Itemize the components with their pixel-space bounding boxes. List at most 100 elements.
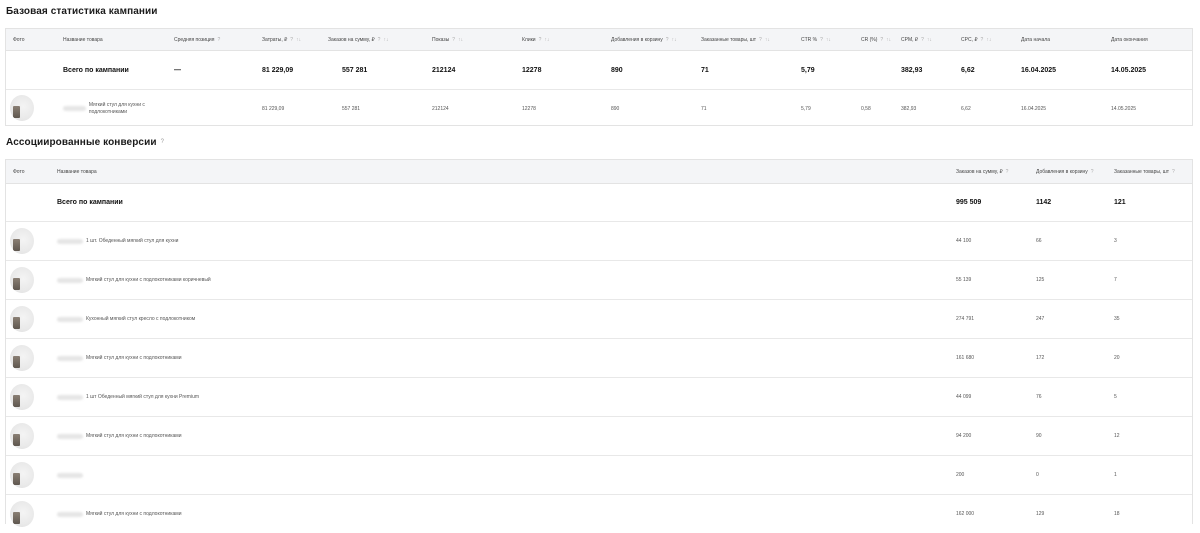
- cell-cart: 66: [1036, 238, 1042, 244]
- product-photo[interactable]: [10, 501, 34, 527]
- product-photo[interactable]: [10, 228, 34, 254]
- product-name[interactable]: Мягкий стул для кухни с подлокотниками: [57, 339, 182, 377]
- table-row[interactable]: Мягкий стул для кухни с подлокотниками 16…: [6, 495, 1192, 533]
- product-name[interactable]: Мягкий стул для кухни с подлокотниками: [63, 90, 173, 127]
- total-avg-pos: —: [174, 66, 181, 74]
- sort-icon[interactable]: ↑↓: [986, 37, 991, 43]
- cell-orders-sum: 162 000: [956, 511, 975, 517]
- sort-icon[interactable]: ↑↓: [765, 37, 770, 43]
- cell-cart: 172: [1036, 355, 1045, 361]
- col-cr[interactable]: CR (%)? ↑↓: [861, 29, 891, 50]
- help-icon[interactable]: ?: [1091, 169, 1094, 175]
- table-row[interactable]: Мягкий стул для кухни с подлокотниками 8…: [6, 90, 1192, 127]
- cell-clicks: 12278: [522, 105, 536, 112]
- product-name[interactable]: Кухонный мягкий стул кресло с подлокотни…: [57, 300, 195, 338]
- help-icon[interactable]: ?: [1006, 169, 1009, 175]
- col-orders-sum[interactable]: Заказов на сумму, ₽?: [956, 160, 1008, 183]
- product-photo[interactable]: [10, 267, 34, 293]
- col-ordered[interactable]: Заказанные товары, шт?: [1114, 160, 1175, 183]
- help-icon[interactable]: ?: [1172, 169, 1175, 175]
- product-photo[interactable]: [10, 306, 34, 332]
- help-icon[interactable]: ?: [217, 37, 220, 43]
- help-icon[interactable]: ?: [539, 37, 542, 43]
- col-ordered[interactable]: Заказанные товары, шт? ↑↓: [701, 29, 770, 50]
- product-name[interactable]: 1 шт. Обеденный мягкий стул для кухни: [57, 222, 178, 260]
- help-icon[interactable]: ?: [880, 37, 883, 43]
- product-photo[interactable]: [10, 462, 34, 488]
- sort-icon[interactable]: ↑↓: [672, 37, 677, 43]
- sort-icon[interactable]: ↑↓: [826, 37, 831, 43]
- product-photo[interactable]: [10, 384, 34, 410]
- product-name[interactable]: Мягкий стул для кухни с подлокотниками: [57, 495, 182, 533]
- col-cart[interactable]: Добавления в корзину? ↑↓: [611, 29, 677, 50]
- help-icon[interactable]: ?: [981, 37, 984, 43]
- cell-ordered: 12: [1114, 433, 1120, 439]
- col-shows[interactable]: Показы? ↑↓: [432, 29, 463, 50]
- table-row[interactable]: Мягкий стул для кухни с подлокотниками 94…: [6, 417, 1192, 456]
- table-row[interactable]: Кухонный мягкий стул кресло с подлокотни…: [6, 300, 1192, 339]
- col-ctr[interactable]: CTR %? ↑↓: [801, 29, 831, 50]
- sort-icon[interactable]: ↑↓: [296, 37, 301, 43]
- product-photo[interactable]: [10, 345, 34, 371]
- help-icon[interactable]: ?: [452, 37, 455, 43]
- col-orders-sum-label: Заказов на сумму, ₽: [956, 168, 1003, 175]
- assoc-conversions-title: Ассоциированные конверсии?: [6, 137, 164, 148]
- total-label: Всего по кампании: [63, 66, 129, 74]
- help-icon[interactable]: ?: [666, 37, 669, 43]
- total-orders-sum: 995 509: [956, 199, 982, 206]
- cell-ordered: 5: [1114, 394, 1117, 400]
- table-row[interactable]: 1 шт Обеденный мягкий стул для кухни Pre…: [6, 378, 1192, 417]
- table-row[interactable]: Мягкий стул для кухни с подлокотниками к…: [6, 261, 1192, 300]
- help-icon[interactable]: ?: [820, 37, 823, 43]
- product-name[interactable]: Мягкий стул для кухни с подлокотниками: [57, 417, 182, 455]
- sort-icon[interactable]: ↑↓: [927, 37, 932, 43]
- help-icon[interactable]: ?: [921, 37, 924, 43]
- product-name-text: Мягкий стул для кухни с подлокотниками к…: [86, 277, 211, 283]
- total-ctr: 5,79: [801, 66, 815, 74]
- col-cost[interactable]: Затраты, ₽? ↑↓: [262, 29, 301, 50]
- cell-cart: 125: [1036, 277, 1045, 283]
- cell-shows: 212124: [432, 105, 449, 112]
- col-cart[interactable]: Добавления в корзину?: [1036, 160, 1096, 183]
- col-cpm[interactable]: CPM, ₽? ↑↓: [901, 29, 932, 50]
- col-orders-sum[interactable]: Заказов на сумму, ₽? ↑↓: [328, 29, 388, 50]
- product-photo[interactable]: [10, 423, 34, 449]
- help-icon[interactable]: ?: [759, 37, 762, 43]
- total-cost: 81 229,09: [262, 66, 294, 74]
- help-icon[interactable]: ?: [290, 37, 293, 43]
- product-photo[interactable]: [10, 95, 34, 121]
- total-end: 14.05.2025: [1111, 66, 1147, 74]
- cell-start: 16.04.2025: [1021, 105, 1047, 112]
- product-name[interactable]: Мягкий стул для кухни с подлокотниками к…: [57, 261, 211, 299]
- col-shows-label: Показы: [432, 36, 450, 43]
- col-clicks[interactable]: Клики? ↑↓: [522, 29, 549, 50]
- sort-icon[interactable]: ↑↓: [544, 37, 549, 43]
- product-name[interactable]: 1 шт Обеденный мягкий стул для кухни Pre…: [57, 378, 199, 416]
- sort-icon[interactable]: ↑↓: [383, 37, 388, 43]
- table-row[interactable]: Мягкий стул для кухни с подлокотниками 16…: [6, 339, 1192, 378]
- col-start[interactable]: Дата начала: [1021, 29, 1050, 50]
- sort-icon[interactable]: ↑↓: [458, 37, 463, 43]
- total-start: 16.04.2025: [1021, 66, 1057, 74]
- help-icon[interactable]: ?: [378, 37, 381, 43]
- product-name[interactable]: [57, 456, 86, 494]
- cell-cart: 90: [1036, 433, 1042, 439]
- col-name: Название товара: [63, 29, 103, 50]
- col-avg-position[interactable]: Средняя позиция?: [174, 29, 220, 50]
- col-end[interactable]: Дата окончания: [1111, 29, 1148, 50]
- total-ordered: 121: [1114, 199, 1126, 206]
- cell-cart: 76: [1036, 394, 1042, 400]
- table-row[interactable]: 1 шт. Обеденный мягкий стул для кухни 44 …: [6, 222, 1192, 261]
- cell-cr: 0,58: [861, 105, 871, 112]
- help-icon[interactable]: ?: [161, 139, 164, 145]
- chair-image: [13, 512, 20, 524]
- col-cpc[interactable]: CPC, ₽? ↑↓: [961, 29, 991, 50]
- total-cpm: 382,93: [901, 66, 923, 74]
- product-name-text: Кухонный мягкий стул кресло с подлокотни…: [86, 316, 196, 322]
- cell-cost: 81 229,09: [262, 105, 285, 112]
- col-clicks-label: Клики: [522, 36, 536, 43]
- col-name-label: Название товара: [63, 36, 103, 43]
- table-row[interactable]: 200 0 1: [6, 456, 1192, 495]
- sort-icon[interactable]: ↑↓: [886, 37, 891, 43]
- assoc-conversions-table: Фото Название товара Заказов на сумму, ₽…: [5, 159, 1193, 527]
